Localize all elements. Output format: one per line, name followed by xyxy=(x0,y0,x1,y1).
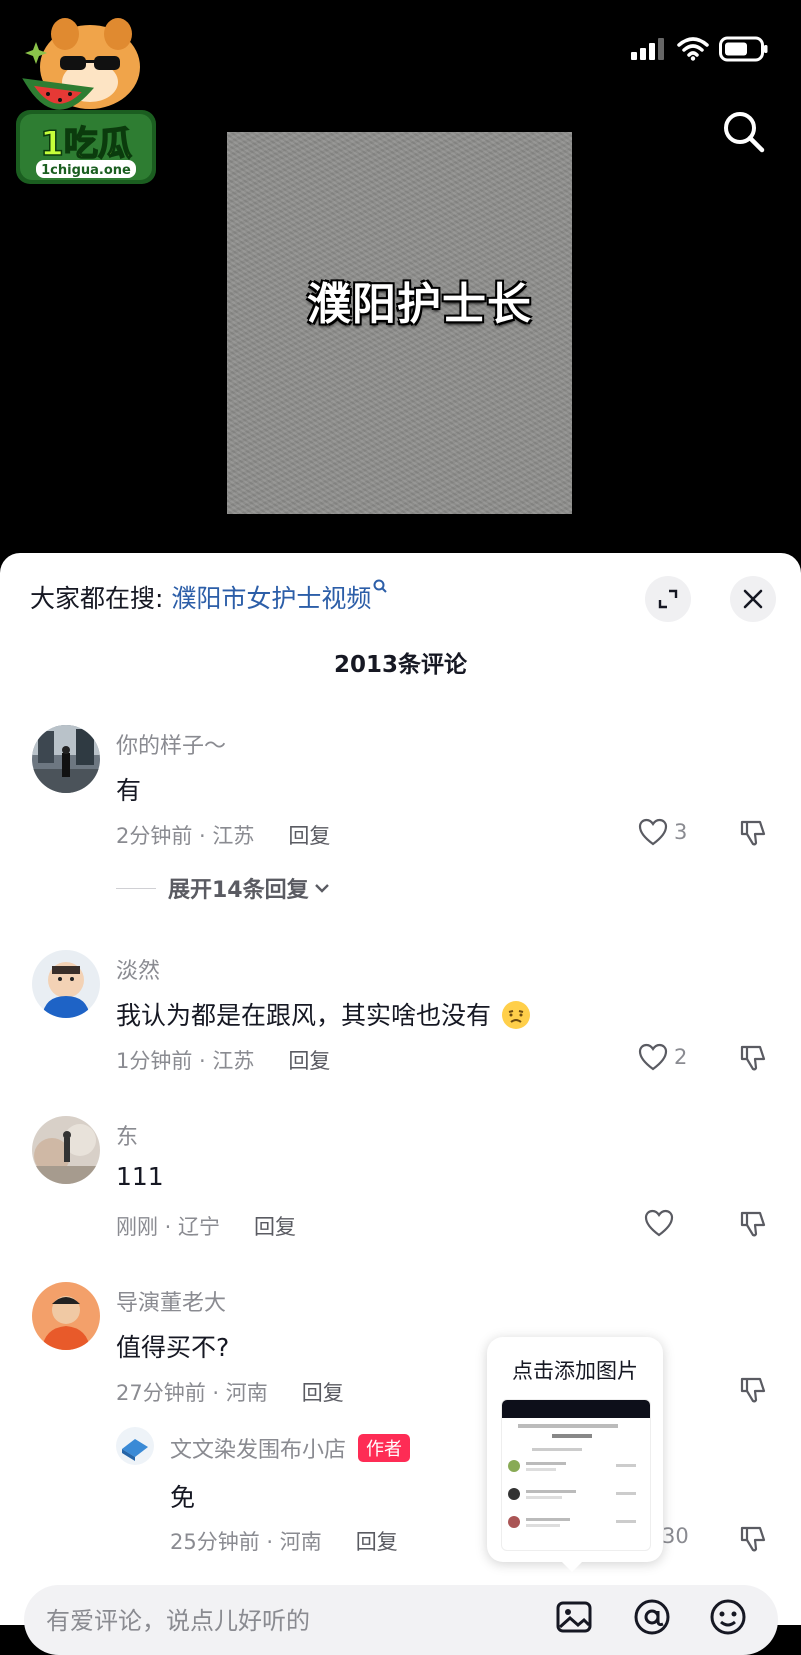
reply-button[interactable]: 回复 xyxy=(288,1049,330,1073)
video-thumbnail[interactable]: 濮阳护士长 xyxy=(227,132,572,514)
comment-meta: 刚刚 · 辽宁 回复 xyxy=(116,1211,296,1241)
like-count: 3 xyxy=(674,820,688,844)
like-button[interactable]: 2 xyxy=(638,1043,687,1071)
mention-button[interactable] xyxy=(632,1597,672,1637)
expand-icon xyxy=(658,589,678,609)
comment-sheet: 大家都在搜: 濮阳市女护士视频 2013条评论 xyxy=(0,553,801,1625)
comment-text: 值得买不? xyxy=(116,1333,230,1362)
reply-text: 免 xyxy=(170,1483,196,1512)
search-button[interactable] xyxy=(720,108,768,156)
like-button[interactable] xyxy=(644,1209,674,1237)
close-sheet-button[interactable] xyxy=(730,576,776,622)
comment-meta: 1分钟前 · 江苏 回复 xyxy=(116,1045,330,1075)
like-button[interactable]: 30 xyxy=(662,1524,689,1548)
like-button[interactable]: 3 xyxy=(638,818,687,846)
comment-author[interactable]: 东 xyxy=(116,1119,138,1151)
comment-text: 有 xyxy=(116,776,142,805)
avatar[interactable] xyxy=(116,1427,154,1465)
thumbs-down-icon xyxy=(740,1377,766,1403)
reply-time-location: 25分钟前 · 河南 xyxy=(170,1530,322,1554)
thumbs-down-icon xyxy=(740,1045,766,1071)
search-mini-icon xyxy=(373,579,388,593)
heart-icon xyxy=(644,1209,674,1237)
divider xyxy=(116,887,156,889)
signal-icon xyxy=(631,38,664,60)
logo-domain: 1chigua.one xyxy=(41,163,131,178)
popup-arrow xyxy=(560,1560,584,1572)
expand-replies-button[interactable]: 展开14条回复 xyxy=(116,872,331,904)
comment-input-placeholder: 有爱评论，说点儿好听的 xyxy=(46,1607,310,1635)
avatar[interactable] xyxy=(32,725,100,793)
thumbs-down-icon xyxy=(740,820,766,846)
emoji-button[interactable] xyxy=(708,1597,748,1637)
comment-meta: 2分钟前 · 江苏 回复 xyxy=(116,820,330,850)
comment-author[interactable]: 淡然 xyxy=(116,953,160,985)
thumbs-down-icon xyxy=(740,1211,766,1237)
reply-button[interactable]: 回复 xyxy=(254,1215,296,1239)
comment-time-location: 27分钟前 · 河南 xyxy=(116,1381,268,1405)
search-suggestion[interactable]: 大家都在搜: 濮阳市女护士视频 xyxy=(30,579,389,615)
at-icon xyxy=(634,1599,670,1635)
video-area[interactable]: 1吃瓜 1chigua.one 濮阳护士长 xyxy=(0,0,801,560)
comment-author[interactable]: 导演董老大 xyxy=(116,1285,226,1317)
screenshot-preview[interactable] xyxy=(501,1399,651,1551)
search-suggestion-link[interactable]: 濮阳市女护士视频 xyxy=(171,584,371,613)
author-badge: 作者 xyxy=(358,1434,411,1462)
reply-author[interactable]: 文文染发围布小店 作者 xyxy=(170,1432,411,1464)
emoji-icon xyxy=(501,1001,530,1029)
comment-text-content: 我认为都是在跟风，其实啥也没有 xyxy=(116,1001,492,1030)
expand-replies-label: 展开14条回复 xyxy=(168,878,309,903)
dislike-button[interactable] xyxy=(738,1209,768,1243)
comment-text: 我认为都是在跟风，其实啥也没有 xyxy=(116,996,531,1032)
wifi-icon xyxy=(677,37,709,61)
avatar[interactable] xyxy=(32,1282,100,1350)
comment-input[interactable]: 有爱评论，说点儿好听的 xyxy=(24,1585,778,1655)
dislike-button[interactable] xyxy=(738,1524,768,1558)
add-image-popup[interactable]: 点击添加图片 xyxy=(487,1337,663,1562)
comment-time-location: 刚刚 · 辽宁 xyxy=(116,1215,221,1239)
thumbs-down-icon xyxy=(740,1526,766,1552)
comment-meta: 27分钟前 · 河南 回复 xyxy=(116,1377,344,1407)
search-icon xyxy=(724,112,765,153)
reply-button[interactable]: 回复 xyxy=(288,824,330,848)
video-overlay-title: 濮阳护士长 xyxy=(307,279,532,330)
reply-author-name: 文文染发围布小店 xyxy=(170,1438,347,1463)
comment-count: 2013条评论 xyxy=(333,652,467,678)
dislike-button[interactable] xyxy=(738,818,768,852)
avatar[interactable] xyxy=(32,1116,100,1184)
close-icon xyxy=(743,589,763,609)
add-image-label: 点击添加图片 xyxy=(512,1359,638,1383)
battery-icon xyxy=(719,36,768,62)
heart-icon xyxy=(638,818,668,846)
like-count: 2 xyxy=(674,1045,688,1069)
reply-button[interactable]: 回复 xyxy=(356,1530,398,1554)
expand-sheet-button[interactable] xyxy=(645,576,691,622)
comment-time-location: 1分钟前 · 江苏 xyxy=(116,1049,255,1073)
watermark-logo: 1吃瓜 1chigua.one xyxy=(10,12,160,184)
smile-icon xyxy=(710,1599,746,1635)
like-count: 30 xyxy=(662,1524,689,1548)
dislike-button[interactable] xyxy=(738,1043,768,1077)
image-icon xyxy=(556,1601,592,1633)
search-suggestion-prefix: 大家都在搜: xyxy=(30,584,164,613)
dislike-button[interactable] xyxy=(738,1375,768,1409)
avatar[interactable] xyxy=(32,950,100,1018)
reply-button[interactable]: 回复 xyxy=(302,1381,344,1405)
status-bar xyxy=(631,34,769,64)
reply-meta: 25分钟前 · 河南 回复 xyxy=(170,1526,398,1556)
comment-time-location: 2分钟前 · 江苏 xyxy=(116,824,255,848)
image-button[interactable] xyxy=(554,1597,594,1637)
comment-author[interactable]: 你的样子～ xyxy=(116,728,226,760)
chevron-down-icon xyxy=(314,884,329,893)
comment-text: 111 xyxy=(116,1162,164,1191)
logo-text: 1吃瓜 xyxy=(40,124,132,164)
heart-icon xyxy=(638,1043,668,1071)
